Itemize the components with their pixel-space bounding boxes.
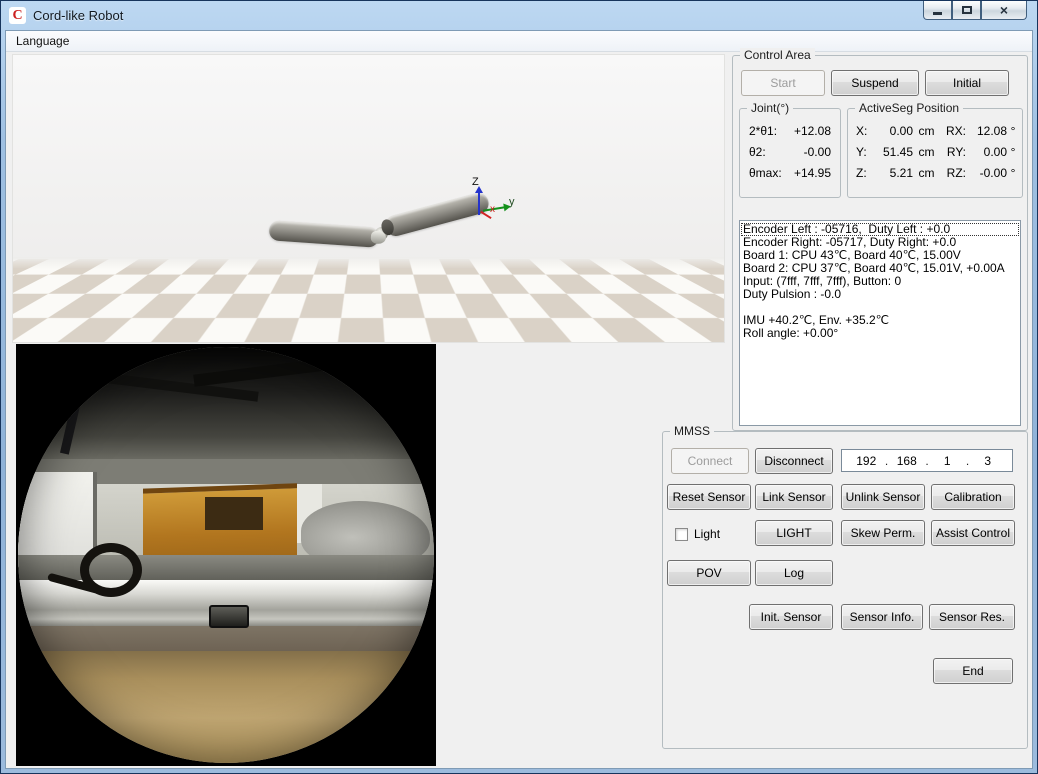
activeseg-group: ActiveSeg Position X: 0.00 cm RX: 12.08 … [847, 108, 1023, 198]
fisheye-image [18, 347, 434, 763]
link-sensor-button[interactable]: Link Sensor [755, 484, 833, 510]
close-icon: × [1000, 3, 1008, 17]
axis-unit: cm [913, 121, 940, 142]
activeseg-group-label: ActiveSeg Position [855, 101, 963, 116]
camera-sand-floor [18, 651, 434, 763]
status-line[interactable]: Roll angle: +0.00° [741, 327, 1019, 340]
window-controls: × [923, 1, 1027, 20]
mmss-label: MMSS [670, 424, 714, 439]
unlink-sensor-button[interactable]: Unlink Sensor [841, 484, 925, 510]
activeseg-readouts: X: 0.00 cm RX: 12.08 ° Y: 51.45 cm RY: 0… [848, 109, 1022, 184]
end-button[interactable]: End [933, 658, 1013, 684]
window-title: Cord-like Robot [33, 8, 123, 23]
activeseg-row: Z: 5.21 cm RZ: -0.00 ° [856, 163, 1022, 184]
robot-segment-left [268, 220, 379, 248]
joint-value: -0.00 [804, 142, 831, 163]
maximize-button[interactable] [952, 1, 981, 20]
reset-sensor-button[interactable]: Reset Sensor [667, 484, 751, 510]
menubar: Language [6, 31, 1032, 52]
suspend-button[interactable]: Suspend [831, 70, 919, 96]
mmss-group: MMSS Connect Disconnect 192 . 168 . 1 . … [662, 431, 1028, 749]
rot-value: 12.08 [969, 121, 1007, 142]
checkbox-icon [675, 528, 688, 541]
status-listbox: Encoder Left : -05716, Duty Left : +0.0 … [739, 220, 1021, 426]
axis-gizmo: Z x y [461, 181, 531, 229]
ip-address-field[interactable]: 192 . 168 . 1 . 3 [841, 449, 1013, 472]
joint-row: θ2: -0.00 [740, 142, 840, 163]
floor-horizon-haze [13, 257, 724, 269]
rot-unit: ° [1007, 163, 1019, 184]
axis-value: 0.00 [873, 121, 913, 142]
axis-value: 51.45 [873, 142, 913, 163]
minimize-icon [933, 12, 942, 15]
axis-x-label: x [490, 204, 495, 215]
control-area-group: Control Area Start Suspend Initial Joint… [732, 55, 1028, 431]
status-line[interactable]: Duty Pulsion : -0.0 [741, 288, 1019, 301]
rot-value: 0.00 [969, 142, 1007, 163]
3d-viewport: Z x y [12, 54, 725, 343]
sensor-res-button[interactable]: Sensor Res. [929, 604, 1015, 630]
minimize-button[interactable] [923, 1, 952, 20]
axis-unit: cm [913, 163, 940, 184]
joint-row: θmax: +14.95 [740, 163, 840, 184]
skew-perm-button[interactable]: Skew Perm. [841, 520, 925, 546]
rot-unit: ° [1007, 142, 1019, 163]
ip-octet: 168 [891, 454, 924, 468]
app-icon: C [9, 7, 26, 24]
light-checkbox[interactable]: Light [675, 527, 720, 541]
joint-readouts: 2*θ1: +12.08 θ2: -0.00 θmax: +14.95 [740, 109, 840, 184]
connect-button[interactable]: Connect [671, 448, 749, 474]
rot-unit: ° [1007, 121, 1019, 142]
joint-group-label: Joint(°) [747, 101, 793, 116]
ip-separator: . [923, 454, 931, 468]
ip-separator: . [883, 454, 891, 468]
axis-y-label: y [509, 196, 515, 208]
camera-wood-opening [205, 497, 263, 530]
axis-value: 5.21 [873, 163, 913, 184]
rot-name: RX: [940, 121, 969, 142]
control-area-label: Control Area [740, 48, 815, 63]
camera-view [16, 344, 436, 766]
ip-octet: 192 [850, 454, 883, 468]
pov-button[interactable]: POV [667, 560, 751, 586]
joint-name: θmax: [749, 163, 782, 184]
joint-value: +12.08 [794, 121, 831, 142]
axis-unit: cm [913, 142, 940, 163]
axis-name: Y: [856, 142, 873, 163]
disconnect-button[interactable]: Disconnect [755, 448, 833, 474]
joint-value: +14.95 [794, 163, 831, 184]
rot-value: -0.00 [969, 163, 1007, 184]
client-area: Language Z x y [5, 30, 1033, 769]
ip-separator: . [964, 454, 972, 468]
joint-name: 2*θ1: [749, 121, 777, 142]
init-sensor-button[interactable]: Init. Sensor [749, 604, 833, 630]
assist-control-button[interactable]: Assist Control [931, 520, 1015, 546]
activeseg-row: Y: 51.45 cm RY: 0.00 ° [856, 142, 1022, 163]
calibration-button[interactable]: Calibration [931, 484, 1015, 510]
titlebar[interactable]: C Cord-like Robot × [1, 1, 1037, 30]
joint-name: θ2: [749, 142, 766, 163]
light-checkbox-label: Light [694, 527, 720, 541]
start-button[interactable]: Start [741, 70, 825, 96]
ip-octet: 1 [931, 454, 964, 468]
maximize-icon [962, 6, 972, 14]
axis-name: Z: [856, 163, 873, 184]
sensor-info-button[interactable]: Sensor Info. [841, 604, 923, 630]
ip-octet: 3 [972, 454, 1005, 468]
rot-name: RY: [940, 142, 969, 163]
light-button[interactable]: LIGHT [755, 520, 833, 546]
initial-button[interactable]: Initial [925, 70, 1009, 96]
rot-name: RZ: [940, 163, 969, 184]
activeseg-row: X: 0.00 cm RX: 12.08 ° [856, 121, 1022, 142]
menu-language[interactable]: Language [6, 31, 79, 51]
camera-under-band [18, 626, 434, 651]
log-button[interactable]: Log [755, 560, 833, 586]
joint-group: Joint(°) 2*θ1: +12.08 θ2: -0.00 θmax: +1… [739, 108, 841, 198]
camera-metal-latch [209, 605, 249, 628]
close-button[interactable]: × [981, 1, 1027, 20]
joint-row: 2*θ1: +12.08 [740, 121, 840, 142]
app-window: C Cord-like Robot × Language Z [0, 0, 1038, 774]
axis-name: X: [856, 121, 873, 142]
